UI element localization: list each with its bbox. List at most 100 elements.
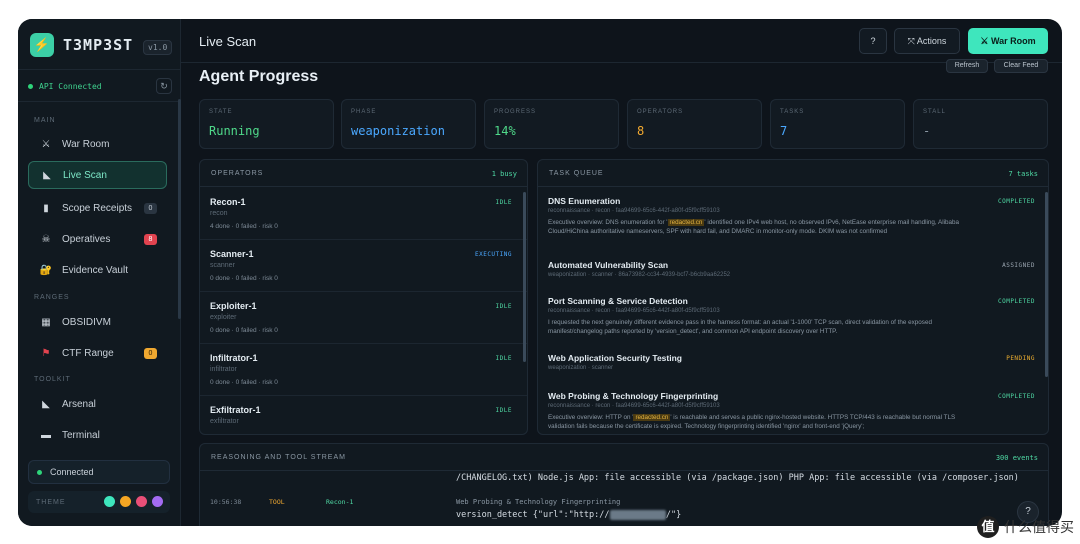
watermark-text: 什么值得买: [1004, 519, 1074, 535]
reasoning-stream-panel: REASONING AND TOOL STREAM 300 events /CH…: [199, 443, 1049, 526]
brand[interactable]: ⚡ T3MP3ST: [30, 33, 133, 57]
app-window: ⚡ T3MP3ST v1.0 API Connected ↻ MAIN ⚔ Wa…: [18, 19, 1062, 526]
task-name: Automated Vulnerability Scan: [548, 260, 669, 270]
stat-progress: PROGRESS 14%: [484, 99, 619, 149]
operator-role: scanner: [210, 262, 235, 269]
theme-picker: THEME: [28, 491, 170, 513]
operator-status: IDLE: [495, 355, 512, 362]
stat-value: weaponization: [351, 124, 445, 138]
operator-card[interactable]: Scanner-1 scanner 0 done · 0 failed · ri…: [200, 240, 527, 292]
sidebar-scrollbar[interactable]: [178, 99, 181, 319]
swords-icon: ⚔: [41, 138, 51, 150]
stat-value: -: [923, 124, 931, 138]
task-status: COMPLETED: [997, 393, 1035, 400]
task-meta: reconnaissance · recon · faa94699-65c6-4…: [548, 403, 720, 409]
operator-card[interactable]: Recon-1 recon 4 done · 0 failed · risk 0…: [200, 188, 527, 240]
operator-stats: 4 done · 0 failed · risk 0: [210, 223, 278, 230]
operator-name: Infiltrator-1: [210, 353, 258, 363]
operator-status: IDLE: [495, 199, 512, 206]
task-name: Port Scanning & Service Detection: [548, 296, 688, 306]
operator-card[interactable]: Exploiter-1 exploiter 0 done · 0 failed …: [200, 292, 527, 344]
sidebar-item-arsenal[interactable]: ◣ Arsenal: [28, 390, 167, 418]
actions-button[interactable]: ⤧ Actions: [894, 28, 960, 54]
task-item[interactable]: Port Scanning & Service Detection reconn…: [538, 288, 1048, 345]
operator-name: Exfiltrator-1: [210, 405, 261, 415]
redacted-domain: redacted.cn: [633, 414, 671, 421]
task-meta: weaponization · scanner: [548, 365, 614, 371]
stat-state: STATE Running: [199, 99, 334, 149]
panel-header: TASK QUEUE 7 tasks: [538, 160, 1048, 187]
task-item[interactable]: Web Application Security Testing weaponi…: [538, 345, 1048, 383]
skull-icon: ☠: [41, 233, 51, 245]
sidebar-item-terminal[interactable]: ▬ Terminal: [28, 421, 167, 449]
sidebar-item-operatives[interactable]: ☠ Operatives 8: [28, 225, 167, 253]
tasks-scrollbar[interactable]: [1045, 192, 1048, 377]
task-status: ASSIGNED: [1002, 262, 1035, 269]
stat-label: STALL: [923, 109, 946, 115]
operator-role: recon: [210, 210, 228, 217]
stat-label: PROGRESS: [494, 109, 537, 115]
sidebar-item-scope-receipts[interactable]: ▮ Scope Receipts 0: [28, 194, 167, 222]
task-meta: reconnaissance · recon · faa94699-65c6-4…: [548, 208, 720, 214]
operator-card[interactable]: Exfiltrator-1 exfiltrator IDLE: [200, 396, 527, 434]
sidebar-item-live-scan[interactable]: ◣ Live Scan: [28, 161, 167, 189]
panel-title: OPERATORS: [211, 170, 264, 177]
sidebar-item-evidence-vault[interactable]: 🔐 Evidence Vault: [28, 256, 167, 284]
task-item[interactable]: DNS Enumeration reconnaissance · recon ·…: [538, 188, 1048, 252]
operators-scrollbar[interactable]: [523, 192, 526, 362]
stream-output-line: /CHANGELOG.txt) Node.js App: file access…: [456, 473, 1019, 483]
reconnect-icon[interactable]: ↻: [156, 78, 172, 94]
stat-label: PHASE: [351, 109, 377, 115]
stat-label: OPERATORS: [637, 109, 684, 115]
operator-card[interactable]: Infiltrator-1 infiltrator 0 done · 0 fai…: [200, 344, 527, 396]
version-badge: v1.0: [143, 40, 173, 55]
sidebar-item-label: War Room: [62, 138, 110, 150]
redacted-host: redacted.cn: [609, 510, 666, 520]
stat-value: Running: [209, 124, 260, 138]
task-status: COMPLETED: [997, 298, 1035, 305]
operator-status: IDLE: [495, 303, 512, 310]
page-breadcrumb: Live Scan: [199, 34, 257, 49]
theme-swatch-pink[interactable]: [136, 496, 147, 507]
sidebar-item-label: OBSIDIVM: [62, 316, 111, 328]
refresh-button[interactable]: Refresh: [946, 59, 988, 73]
operators-panel: OPERATORS 1 busy Recon-1 recon 4 done · …: [199, 159, 528, 435]
task-status: PENDING: [1006, 355, 1035, 362]
busy-count: 1 busy: [491, 170, 517, 178]
stat-label: TASKS: [780, 109, 805, 115]
panel-title: REASONING AND TOOL STREAM: [211, 454, 346, 461]
sidebar-item-obsidivm[interactable]: ▦ OBSIDIVM: [28, 308, 167, 336]
clear-feed-button[interactable]: Clear Feed: [994, 59, 1048, 73]
sidebar-item-ctf-range[interactable]: ⚑ CTF Range 0: [28, 339, 167, 367]
sidebar-item-label: Live Scan: [63, 169, 107, 181]
document-icon: ▮: [43, 202, 49, 214]
sidebar-item-label: Arsenal: [62, 398, 96, 410]
api-status: API Connected ↻: [28, 78, 172, 94]
task-item[interactable]: Web Probing & Technology Fingerprinting …: [538, 383, 1048, 434]
operator-stats: 0 done · 0 failed · risk 0: [210, 275, 278, 282]
theme-swatch-purple[interactable]: [152, 496, 163, 507]
war-room-button[interactable]: ⚔ War Room: [968, 28, 1048, 54]
stat-value: 14%: [494, 124, 516, 138]
operator-name: Recon-1: [210, 197, 246, 207]
page-title: Agent Progress: [199, 68, 319, 85]
flag-icon: ⚑: [41, 347, 51, 359]
help-button[interactable]: ?: [859, 28, 887, 54]
theme-swatch-orange[interactable]: [120, 496, 131, 507]
task-item[interactable]: Automated Vulnerability Scan weaponizati…: [538, 252, 1048, 288]
app-name: T3MP3ST: [63, 36, 134, 54]
operator-role: exfiltrator: [210, 418, 239, 425]
task-meta: weaponization · scanner · 86a73982-cc34-…: [548, 272, 731, 278]
task-status: COMPLETED: [997, 198, 1035, 205]
sidebar-item-war-room[interactable]: ⚔ War Room: [28, 130, 167, 158]
lightning-icon: ⚡: [30, 33, 54, 57]
stat-tasks: TASKS 7: [770, 99, 905, 149]
stat-operators: OPERATORS 8: [627, 99, 762, 149]
panel-title: TASK QUEUE: [549, 170, 604, 177]
theme-swatch-teal[interactable]: [104, 496, 115, 507]
status-dot: [28, 83, 33, 89]
event-count: 300 events: [995, 454, 1038, 462]
count-badge: 8: [144, 233, 157, 245]
topbar: Live Scan ? ⤧ Actions ⚔ War Room: [181, 19, 1062, 63]
watermark-logo: 值: [977, 516, 999, 538]
